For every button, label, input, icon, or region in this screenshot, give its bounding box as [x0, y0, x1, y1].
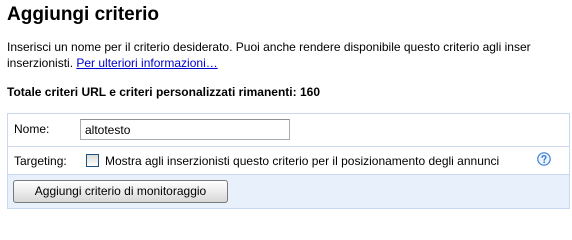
- description: Inserisci un nome per il criterio deside…: [7, 39, 572, 71]
- name-label: Nome:: [14, 122, 50, 136]
- name-row: Nome:: [8, 114, 569, 147]
- description-line-2: inserzionisti. Per ulteriori informazion…: [7, 55, 572, 71]
- targeting-label: Targeting:: [14, 154, 67, 168]
- add-criterion-form: Nome: Targeting: Mostra agli inserzionis…: [7, 113, 570, 209]
- targeting-checkbox[interactable]: [86, 154, 99, 167]
- targeting-checkbox-label[interactable]: Mostra agli inserzionisti questo criteri…: [105, 153, 499, 169]
- name-input[interactable]: [80, 119, 290, 140]
- remaining-criteria-count: Totale criteri URL e criteri personalizz…: [7, 85, 320, 99]
- description-line-1: Inserisci un nome per il criterio deside…: [7, 40, 531, 54]
- page-title: Aggiungi criterio: [7, 4, 159, 25]
- add-criterion-page: Aggiungi criterio Inserisci un nome per …: [0, 0, 572, 234]
- action-row: Aggiungi criterio di monitoraggio: [8, 175, 569, 208]
- question-mark-icon[interactable]: [537, 152, 551, 166]
- description-line-2-text: inserzionisti.: [7, 56, 77, 70]
- more-info-link[interactable]: Per ulteriori informazioni…: [76, 56, 217, 70]
- targeting-row: Targeting: Mostra agli inserzionisti que…: [8, 147, 569, 175]
- add-tracking-criterion-button[interactable]: Aggiungi criterio di monitoraggio: [13, 180, 228, 203]
